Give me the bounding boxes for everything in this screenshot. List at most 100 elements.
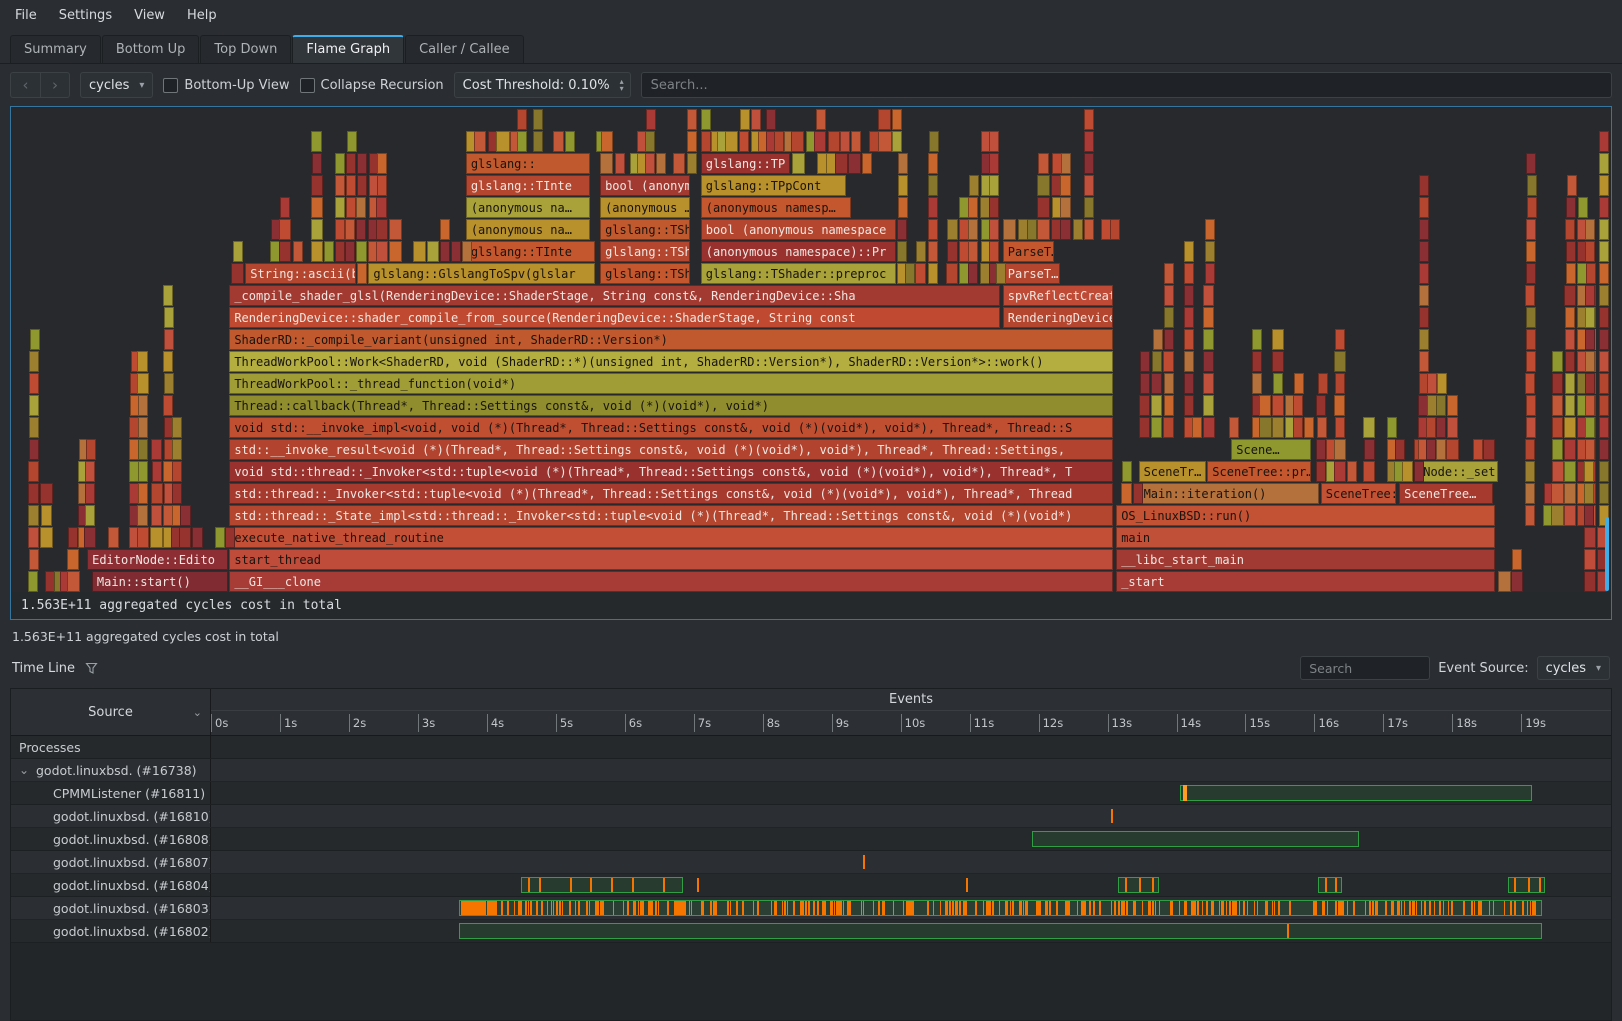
flame-frame-small[interactable]	[928, 263, 938, 284]
flame-frame[interactable]: OS_LinuxBSD::run()	[1116, 505, 1495, 526]
flame-frame-small[interactable]	[905, 263, 915, 284]
flame-frame-small[interactable]	[1447, 417, 1458, 438]
flame-frame[interactable]: void std::thread::_Invoker<std::tuple<vo…	[229, 461, 1113, 482]
flame-frame-small[interactable]	[989, 241, 999, 262]
flame-frame-small[interactable]	[1304, 417, 1314, 438]
source-column-header[interactable]: Source ⌄	[11, 689, 211, 735]
menu-help[interactable]: Help	[176, 4, 228, 27]
flame-frame-small[interactable]	[565, 131, 575, 152]
flame-frame-small[interactable]	[1419, 197, 1429, 218]
flame-frame[interactable]: glslang::TSha	[600, 241, 689, 262]
flame-frame-small[interactable]	[1552, 461, 1564, 482]
flame-frame-small[interactable]	[1599, 153, 1609, 174]
flame-frame-small[interactable]	[28, 571, 38, 592]
flame-frame-small[interactable]	[646, 109, 656, 130]
menu-file[interactable]: File	[4, 4, 48, 27]
timeline-row-label-cell[interactable]: godot.linuxbsd. (#16804)	[11, 874, 211, 896]
flame-frame-small[interactable]	[85, 483, 95, 504]
flame-frame-small[interactable]	[440, 241, 450, 262]
flame-frame-small[interactable]	[1363, 461, 1375, 482]
flame-frame-small[interactable]	[1192, 417, 1202, 438]
flame-frame-small[interactable]	[1414, 461, 1424, 482]
flame-frame-small[interactable]	[1335, 329, 1345, 350]
flame-frame-small[interactable]	[1101, 219, 1111, 240]
flame-frame[interactable]: SceneTr…	[1139, 461, 1206, 482]
flame-frame-small[interactable]	[1527, 197, 1537, 218]
flame-frame-small[interactable]	[28, 461, 39, 482]
flame-frame-small[interactable]	[1599, 395, 1609, 416]
flame-frame[interactable]: bool (anonymous namespace	[701, 219, 896, 240]
flame-frame-small[interactable]	[67, 571, 79, 592]
flame-frame[interactable]: glslang::TSha	[600, 263, 689, 284]
flame-frame-small[interactable]	[1419, 241, 1429, 262]
flame-frame-small[interactable]	[1084, 153, 1094, 174]
flame-frame-small[interactable]	[928, 241, 938, 262]
timeline-span-bar[interactable]	[1032, 831, 1360, 847]
flame-frame-small[interactable]	[1203, 329, 1214, 350]
flame-frame-small[interactable]	[29, 351, 39, 372]
flame-frame-small[interactable]	[1151, 395, 1161, 416]
flame-frame-small[interactable]	[28, 527, 39, 548]
timeline-span-bar[interactable]	[459, 923, 1542, 939]
flame-frame-small[interactable]	[828, 131, 840, 152]
flame-frame-small[interactable]	[1073, 219, 1083, 240]
flame-frame[interactable]: (anonymous na…	[466, 219, 591, 240]
expand-arrow-icon[interactable]: ⌄	[17, 763, 31, 777]
flame-frame-small[interactable]	[1483, 439, 1495, 460]
flame-frame-small[interactable]	[356, 197, 366, 218]
flame-frame-small[interactable]	[848, 153, 860, 174]
flame-frame[interactable]: String::ascii(b	[245, 263, 355, 284]
flame-frame[interactable]: std::__invoke_result<void (*)(Thread*, T…	[229, 439, 1113, 460]
flame-frame-small[interactable]	[835, 153, 847, 174]
flame-frame-small[interactable]	[1599, 197, 1609, 218]
event-source-combobox[interactable]: cycles ▾	[1537, 656, 1610, 680]
flame-frame-small[interactable]	[1164, 373, 1174, 394]
flame-frame-small[interactable]	[345, 241, 355, 262]
flame-frame-small[interactable]	[1203, 417, 1215, 438]
flame-frame[interactable]: glslang::GlslangToSpv(glslar	[368, 263, 595, 284]
flame-frame-small[interactable]	[816, 109, 826, 130]
flame-frame-small[interactable]	[86, 439, 96, 460]
flame-frame-small[interactable]	[1585, 439, 1595, 460]
flame-frame-small[interactable]	[701, 109, 711, 130]
flame-frame-small[interactable]	[533, 109, 543, 130]
flame-frame[interactable]: ShaderRD::_compile_variant(unsigned int,…	[229, 329, 1113, 350]
flame-frame-small[interactable]	[1564, 439, 1575, 460]
flame-frame-small[interactable]	[687, 131, 697, 152]
flame-frame-small[interactable]	[1599, 263, 1609, 284]
flame-frame-small[interactable]	[739, 131, 749, 152]
flame-frame[interactable]: Scene…	[1231, 439, 1311, 460]
flame-frame-small[interactable]	[851, 131, 861, 152]
flame-frame-small[interactable]	[878, 109, 891, 130]
flame-frame-small[interactable]	[1552, 417, 1563, 438]
flame-frame-small[interactable]	[1526, 263, 1536, 284]
flame-frame-small[interactable]	[1140, 351, 1150, 372]
flame-frame-small[interactable]	[389, 241, 401, 262]
flame-frame-small[interactable]	[897, 241, 907, 262]
flame-frame-small[interactable]	[1527, 175, 1537, 196]
flame-frame[interactable]: (anonymous …	[600, 197, 689, 218]
tab-caller-callee[interactable]: Caller / Callee	[405, 35, 524, 63]
flame-frame-small[interactable]	[1164, 285, 1174, 306]
flame-frame-small[interactable]	[740, 109, 750, 130]
flame-frame-small[interactable]	[1259, 395, 1271, 416]
flame-frame-small[interactable]	[1564, 483, 1575, 504]
flame-frame-small[interactable]	[1525, 461, 1535, 482]
flame-frame-small[interactable]	[1252, 373, 1262, 394]
flame-frame-small[interactable]	[1151, 373, 1161, 394]
flame-frame[interactable]: RenderingDeviceVulkan::	[1003, 307, 1113, 328]
flame-frame-small[interactable]	[1164, 263, 1174, 284]
flame-frame-small[interactable]	[1599, 417, 1609, 438]
flame-frame-small[interactable]	[474, 131, 486, 152]
timeline-row-label-cell[interactable]: godot.linuxbsd. (#16807)	[11, 851, 211, 873]
flame-frame-small[interactable]	[180, 505, 191, 526]
flame-frame-small[interactable]	[1163, 417, 1174, 438]
flame-frame[interactable]: glslang::TP	[701, 153, 790, 174]
flame-frame-small[interactable]	[1567, 175, 1577, 196]
flame-frame-small[interactable]	[814, 131, 826, 152]
flame-frame-small[interactable]	[1316, 439, 1326, 460]
timeline-span-bar[interactable]	[1318, 877, 1342, 893]
flame-frame-small[interactable]	[774, 131, 784, 152]
flame-frame[interactable]: glslang::TShader::preproc	[701, 263, 896, 284]
flame-frame-small[interactable]	[1585, 329, 1595, 350]
